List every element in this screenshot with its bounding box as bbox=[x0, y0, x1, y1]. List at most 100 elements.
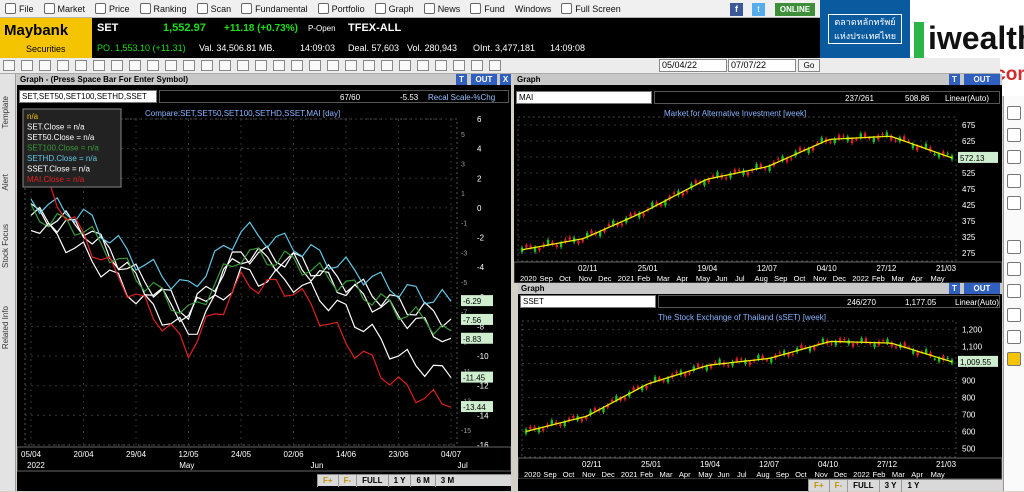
pen-icon[interactable] bbox=[1007, 174, 1021, 188]
symbol-select[interactable]: SSET bbox=[520, 295, 656, 308]
scale-mode[interactable]: Linear(Auto) bbox=[955, 297, 999, 308]
color-palette-icon[interactable] bbox=[1007, 352, 1021, 366]
color-tool-icon[interactable] bbox=[417, 60, 429, 71]
x-month-label: Oct bbox=[794, 274, 807, 283]
cycle-tool-icon[interactable] bbox=[129, 60, 141, 71]
range-full-button[interactable]: FULL bbox=[356, 474, 387, 487]
tfex-label[interactable]: TFEX-ALL bbox=[348, 22, 401, 34]
ellipse-tool-icon[interactable] bbox=[201, 60, 213, 71]
rect-tool-icon[interactable] bbox=[183, 60, 195, 71]
right-tool-strip bbox=[1003, 96, 1024, 491]
sidebar-tab-alert[interactable]: Alert bbox=[1, 174, 15, 190]
print-icon[interactable] bbox=[1007, 284, 1021, 298]
menu-fundamental[interactable]: Fundamental bbox=[236, 0, 313, 18]
menu-portfolio[interactable]: Portfolio bbox=[313, 0, 370, 18]
zoom-out-button[interactable]: F- bbox=[337, 474, 357, 487]
settings-tool-icon[interactable] bbox=[273, 60, 285, 71]
range-3y-button[interactable]: 3 Y bbox=[878, 479, 902, 492]
twitter-icon[interactable]: t bbox=[752, 3, 765, 16]
save-tool-icon[interactable] bbox=[381, 60, 393, 71]
menu-fund[interactable]: Fund bbox=[465, 0, 510, 18]
candle-body bbox=[757, 355, 760, 360]
layout-tool-icon[interactable] bbox=[327, 60, 339, 71]
clock-tool-icon[interactable] bbox=[435, 60, 447, 71]
menu-windows[interactable]: Windows bbox=[510, 0, 557, 18]
date-from-input[interactable]: 05/04/22 bbox=[659, 59, 727, 72]
candle-body bbox=[770, 358, 773, 363]
eye-icon[interactable] bbox=[1007, 106, 1021, 120]
line-tool-icon[interactable] bbox=[21, 60, 33, 71]
zoom-tool-icon[interactable] bbox=[237, 60, 249, 71]
menu-ranking[interactable]: Ranking bbox=[135, 0, 192, 18]
facebook-icon[interactable]: f bbox=[730, 3, 743, 16]
scale-mode[interactable]: Recal Scale-%Chg bbox=[428, 92, 495, 103]
undo-icon[interactable] bbox=[1007, 240, 1021, 254]
range-3m-button[interactable]: 3 M bbox=[434, 474, 459, 487]
ruler-icon[interactable] bbox=[1007, 196, 1021, 210]
list-tool-icon[interactable] bbox=[453, 60, 465, 71]
arc-tool-icon[interactable] bbox=[165, 60, 177, 71]
pane-t-button[interactable]: T bbox=[456, 74, 467, 85]
hline-tool-icon[interactable] bbox=[57, 60, 69, 71]
x-month-label: Jul bbox=[737, 470, 747, 479]
camera-icon[interactable] bbox=[1007, 308, 1021, 322]
channel-tool-icon[interactable] bbox=[75, 60, 87, 71]
refresh-tool-icon[interactable] bbox=[255, 60, 267, 71]
y-tick-label: 0 bbox=[477, 204, 482, 213]
fib-tool-icon[interactable] bbox=[93, 60, 105, 71]
sidebar-tab-related-info[interactable]: Related Info bbox=[1, 306, 15, 349]
menu-graph[interactable]: Graph bbox=[370, 0, 419, 18]
menu-full-screen[interactable]: Full Screen bbox=[556, 0, 626, 18]
menu-scan[interactable]: Scan bbox=[192, 0, 237, 18]
candle-body bbox=[662, 380, 665, 382]
range-full-button[interactable]: FULL bbox=[847, 479, 878, 492]
pane-out-button[interactable]: OUT bbox=[471, 74, 497, 85]
range-1y-button[interactable]: 1 Y bbox=[387, 474, 411, 487]
uf-tool-icon[interactable] bbox=[345, 60, 357, 71]
pane-close-button[interactable]: X bbox=[500, 74, 511, 85]
cursor-icon[interactable] bbox=[1007, 128, 1021, 142]
range-6m-button[interactable]: 6 M bbox=[410, 474, 434, 487]
menu-market[interactable]: Market bbox=[39, 0, 91, 18]
text-tool-icon[interactable] bbox=[147, 60, 159, 71]
zoom-in-button[interactable]: F+ bbox=[808, 479, 829, 492]
print-tool-icon[interactable] bbox=[399, 60, 411, 71]
arrow-tool-icon[interactable] bbox=[3, 60, 15, 71]
left-sidebar: Template Alert Stock Focus Related Info bbox=[0, 74, 16, 491]
trash-icon[interactable] bbox=[1007, 262, 1021, 276]
grid-tool-icon[interactable] bbox=[471, 60, 483, 71]
set-banner[interactable]: ตลาดหลักทรัพย์แห่งประเทศไทย bbox=[820, 0, 910, 58]
gann-tool-icon[interactable] bbox=[111, 60, 123, 71]
scale-mode[interactable]: Linear(Auto) bbox=[945, 93, 989, 104]
pane-out-button[interactable]: OUT bbox=[964, 283, 1000, 294]
candle-body bbox=[873, 343, 876, 348]
date-to-input[interactable]: 07/07/22 bbox=[728, 59, 796, 72]
ticker-symbol[interactable]: SET bbox=[97, 22, 118, 34]
go-button[interactable]: Go bbox=[798, 59, 820, 72]
range-1y-button[interactable]: 1 Y bbox=[901, 479, 924, 492]
zoom-out-button[interactable]: F- bbox=[828, 479, 848, 492]
pencil-tool-icon[interactable] bbox=[219, 60, 231, 71]
ray-tool-icon[interactable] bbox=[39, 60, 51, 71]
sidebar-tab-stock-focus[interactable]: Stock Focus bbox=[1, 224, 15, 268]
pane-out-button[interactable]: OUT bbox=[964, 74, 1000, 85]
symbol-select[interactable]: SET,SET50,SET100,SETHD,SSET bbox=[19, 90, 157, 103]
crosshair-tool-icon[interactable] bbox=[291, 60, 303, 71]
symbol-select[interactable]: MAI bbox=[516, 91, 652, 104]
sidebar-tab-template[interactable]: Template bbox=[1, 96, 15, 128]
pane-t-button[interactable]: T bbox=[949, 283, 960, 294]
pane-info-strip: 246/270 1,177.05 Linear(Auto) bbox=[658, 295, 1000, 308]
ticker-bar: Maybank Securities SET 1,552.97 +11.18 (… bbox=[0, 18, 820, 58]
x-tick-label: 21/03 bbox=[936, 460, 957, 469]
bell-tool-icon[interactable] bbox=[309, 60, 321, 71]
pane-t-button[interactable]: T bbox=[949, 74, 960, 85]
candle-body bbox=[863, 133, 867, 138]
clipboard-icon[interactable] bbox=[1007, 330, 1021, 344]
zoom-in-button[interactable]: F+ bbox=[317, 474, 338, 487]
up-down-tool-icon[interactable] bbox=[363, 60, 375, 71]
eraser-icon[interactable] bbox=[1007, 150, 1021, 164]
menu-price[interactable]: Price bbox=[90, 0, 135, 18]
close-tool-icon[interactable] bbox=[489, 60, 501, 71]
menu-news[interactable]: News bbox=[419, 0, 466, 18]
menu-file[interactable]: File bbox=[0, 0, 39, 18]
